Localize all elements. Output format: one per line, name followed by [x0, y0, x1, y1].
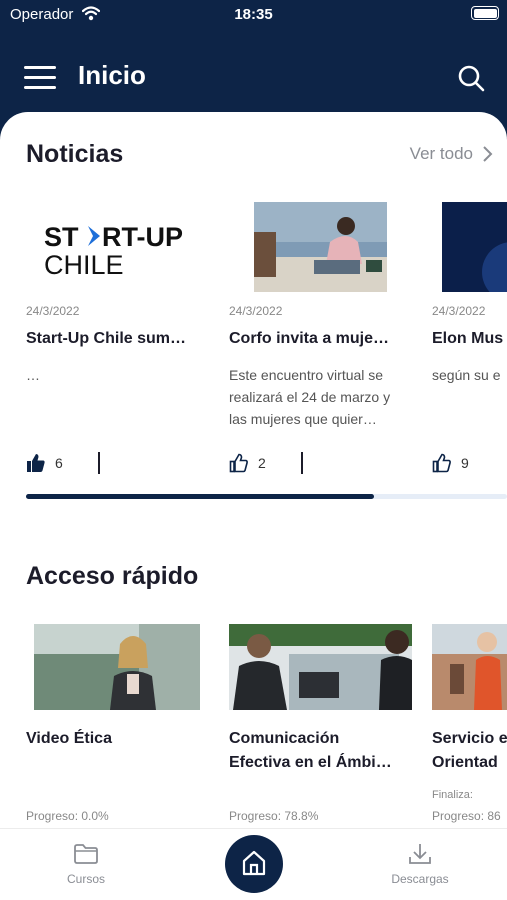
- news-date: 24/3/2022: [432, 304, 486, 318]
- course-progress: Progreso: 0.0%: [26, 809, 109, 823]
- hamburger-menu-icon[interactable]: [24, 66, 56, 90]
- svg-text:ST: ST: [44, 222, 79, 252]
- course-title: Video Ética: [26, 727, 208, 751]
- tab-courses-label: Cursos: [66, 872, 105, 886]
- thumbs-up-icon: [432, 453, 451, 473]
- course-progress: Progreso: 86: [432, 809, 501, 823]
- main-content[interactable]: Noticias Ver todo ST RT-UP CHILE 24/3/20…: [0, 112, 507, 828]
- course-card[interactable]: Servicio e Orientad Finaliza: Progreso: …: [432, 624, 507, 824]
- clock: 18:35: [234, 6, 273, 23]
- chevron-right-icon: [483, 146, 493, 162]
- news-date: 24/3/2022: [229, 304, 283, 318]
- likes-count: 9: [461, 455, 469, 471]
- news-card[interactable]: ST RT-UP CHILE 24/3/2022 Start-Up Chile …: [26, 202, 216, 492]
- news-title: Start-Up Chile sum…: [26, 330, 187, 347]
- likes[interactable]: 2: [229, 452, 303, 474]
- quick-access-section-title: Acceso rápido: [26, 562, 199, 590]
- course-thumbnail-business-meeting: [229, 624, 412, 710]
- course-title-line-2: Efectiva en el Ámbi…: [229, 754, 392, 771]
- see-all-link[interactable]: Ver todo: [409, 144, 493, 164]
- course-thumbnail-woman-presenter: [34, 624, 200, 710]
- folder-icon: [74, 844, 98, 864]
- course-thumbnail-field-workers: [432, 624, 507, 710]
- svg-text:CHILE: CHILE: [44, 250, 124, 280]
- thumbs-up-icon: [229, 453, 248, 473]
- news-title: Corfo invita a muje…: [229, 330, 390, 347]
- news-excerpt: según su e: [432, 367, 501, 383]
- course-title: Comunicación Efectiva en el Ámbi…: [229, 727, 411, 775]
- home-button[interactable]: [225, 835, 283, 893]
- news-thumbnail-startup-chile-logo: ST RT-UP CHILE: [26, 202, 216, 292]
- news-thumbnail-dark-space: [442, 202, 507, 292]
- course-card[interactable]: Comunicación Efectiva en el Ámbi… Progre…: [229, 624, 414, 824]
- likes-count: 2: [258, 455, 266, 471]
- bottom-tab-bar: Cursos Descargas: [0, 828, 507, 900]
- news-section-title: Noticias: [26, 140, 124, 168]
- search-icon[interactable]: [457, 64, 485, 92]
- tab-courses[interactable]: Cursos: [36, 843, 136, 886]
- news-carousel-scrollbar[interactable]: [26, 494, 507, 499]
- divider: [301, 452, 303, 474]
- news-card[interactable]: 24/3/2022 Corfo invita a muje… Este encu…: [229, 202, 419, 492]
- see-all-label: Ver todo: [409, 144, 473, 163]
- tab-downloads-label: Descargas: [391, 872, 449, 886]
- course-title-line-2: Orientad: [432, 754, 498, 771]
- course-end-date: Finaliza:: [432, 789, 473, 801]
- news-thumbnail-woman-painting: [254, 202, 387, 292]
- course-title: Servicio e Orientad: [432, 727, 507, 775]
- download-icon: [409, 844, 431, 864]
- likes[interactable]: 6: [26, 452, 100, 474]
- thumbs-up-filled-icon: [27, 454, 45, 472]
- likes[interactable]: 9: [432, 452, 469, 474]
- course-card[interactable]: Video Ética Progreso: 0.0%: [26, 624, 211, 824]
- course-progress: Progreso: 78.8%: [229, 809, 319, 823]
- tab-downloads[interactable]: Descargas: [370, 843, 470, 886]
- page-title: Inicio: [78, 60, 146, 90]
- course-title-line-1: Video Ética: [26, 730, 112, 747]
- news-excerpt: …: [26, 367, 40, 383]
- news-title: Elon Mus: [432, 330, 504, 347]
- svg-text:RT-UP: RT-UP: [102, 222, 183, 252]
- news-card[interactable]: 24/3/2022 Elon Mus según su e 9: [432, 202, 507, 492]
- news-excerpt: Este encuentro virtual se realizará el 2…: [229, 367, 391, 427]
- course-title-line-1: Comunicación: [229, 730, 340, 747]
- home-icon: [242, 850, 266, 876]
- app-header: Inicio: [0, 30, 507, 125]
- course-title-line-1: Servicio e: [432, 730, 507, 747]
- status-bar: Operador 18:35: [0, 0, 507, 30]
- divider: [98, 452, 100, 474]
- scrollbar-thumb[interactable]: [26, 494, 374, 499]
- battery-icon: [471, 6, 499, 20]
- news-date: 24/3/2022: [26, 304, 80, 318]
- likes-count: 6: [55, 455, 63, 471]
